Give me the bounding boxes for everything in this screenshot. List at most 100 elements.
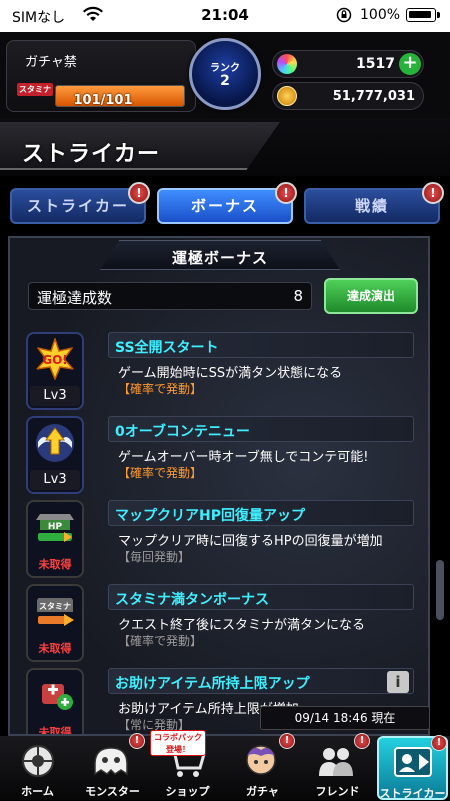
svg-text:HP: HP — [48, 522, 63, 532]
notification-badge: ! — [129, 733, 145, 749]
tab-label: ストライカー — [26, 197, 129, 215]
status-bar: SIMなし 21:04 100% — [0, 0, 450, 32]
rank-orb[interactable]: ランク 2 — [189, 38, 261, 110]
tab-label: 戦績 — [354, 197, 389, 215]
orb-count: 1517 — [356, 56, 395, 72]
luck-label: 運極達成数 — [37, 289, 113, 307]
bonus-description: ゲームオーバー時オーブ無しでコンテ可能! — [118, 450, 369, 465]
notification-badge: ! — [431, 735, 447, 751]
home-icon — [22, 745, 54, 777]
bonus-description: ゲーム開始時にSSが満タン状態になる — [118, 366, 343, 381]
tab-striker[interactable]: ストライカー ! — [10, 182, 150, 224]
bonus-description: クエスト終了後にスタミナが満タンになる — [118, 618, 366, 633]
monster-icon — [94, 747, 128, 776]
tab-label: ボーナス — [190, 197, 259, 215]
nav-label: モンスター — [85, 785, 140, 798]
nav-monster[interactable]: ! モンスター — [75, 733, 150, 800]
bonus-trigger: 【確率で発動】 — [118, 382, 203, 396]
nav-friend[interactable]: ! フレンド — [300, 733, 375, 800]
bonus-trigger: 【確率で発動】 — [118, 634, 203, 648]
tab-bar: ストライカー ! ボーナス ! 戦績 ! — [0, 180, 450, 230]
bonus-level: 未取得 — [38, 726, 72, 736]
bonus-description: マップクリア時に回復するHPの回復量が増加 — [118, 534, 383, 549]
bonus-name-bar: スタミナ満タンボーナス — [108, 584, 414, 610]
bonus-panel[interactable]: 運極ボーナス 運極達成数 8 達成演出 GO! Lv3 SS全開スタート ゲーム… — [8, 236, 430, 736]
bonus-name: スタミナ満タンボーナス — [115, 592, 269, 608]
bonus-item[interactable]: Lv3 0オーブコンテニュー ゲームオーバー時オーブ無しでコンテ可能! 【確率で… — [22, 416, 422, 496]
nav-gacha[interactable]: ! ガチャ — [225, 733, 300, 800]
hp-emblem-icon: HP — [36, 514, 74, 542]
battery-percent: 100% — [360, 7, 401, 23]
friend-icon — [319, 748, 353, 776]
bonus-name-bar: 0オーブコンテニュー — [108, 416, 414, 442]
bonus-trigger: 【毎回発動】 — [118, 550, 191, 564]
collab-pack-tag[interactable]: コラボパック登場！ — [150, 730, 206, 756]
svg-text:スタミナ: スタミナ — [39, 601, 71, 611]
nav-label: ショップ — [165, 785, 210, 798]
winged-arrow-icon: Lv3 — [26, 416, 84, 494]
go-icon: GO! Lv3 — [26, 332, 84, 410]
add-orbs-button[interactable]: + — [399, 53, 421, 75]
notification-badge: ! — [275, 182, 297, 204]
rank-number: 2 — [220, 73, 230, 89]
orientation-lock-icon — [336, 7, 352, 23]
tab-record[interactable]: 戦績 ! — [304, 182, 444, 224]
battery-icon — [406, 8, 440, 22]
nav-home[interactable]: ホーム — [0, 736, 75, 800]
bonus-name: 0オーブコンテニュー — [115, 424, 250, 440]
luck-count: 8 — [293, 287, 303, 305]
svg-text:GO!: GO! — [42, 353, 68, 367]
go-emblem-icon: GO! — [35, 338, 75, 380]
nav-label: ホーム — [21, 785, 54, 798]
luck-count-row: 運極達成数 8 — [28, 282, 312, 310]
tab-bonus[interactable]: ボーナス ! — [157, 182, 297, 224]
bonus-item[interactable]: HP 未取得 マップクリアHP回復量アップ マップクリア時に回復するHPの回復量… — [22, 500, 422, 580]
bonus-name: マップクリアHP回復量アップ — [115, 508, 305, 524]
nav-striker[interactable]: ! ストライカー — [377, 735, 448, 800]
bonus-name-bar: SS全開スタート — [108, 332, 414, 358]
helper-item-emblem-icon — [42, 684, 73, 710]
gold-coin-icon — [277, 86, 297, 106]
stamina-value: 101/101 — [73, 93, 133, 108]
bonus-item[interactable]: GO! Lv3 SS全開スタート ゲーム開始時にSSが満タン状態になる 【確率で… — [22, 332, 422, 412]
nav-label: フレンド — [315, 785, 360, 798]
bonus-name-bar: マップクリアHP回復量アップ — [108, 500, 414, 526]
section-title: 運極ボーナス — [171, 249, 268, 267]
gacha-icon — [246, 745, 276, 775]
achievement-effect-button[interactable]: 達成演出 — [324, 278, 418, 314]
notification-badge: ! — [128, 182, 150, 204]
bonus-trigger: 【確率で発動】 — [118, 466, 203, 480]
winged-arrow-emblem-icon — [36, 424, 74, 462]
gold-count: 51,777,031 — [332, 89, 415, 104]
bonus-level: Lv3 — [30, 386, 80, 406]
stamina-icon: スタミナ 未取得 — [26, 584, 84, 662]
notification-badge: ! — [422, 182, 444, 204]
bonus-item[interactable]: スタミナ 未取得 スタミナ満タンボーナス クエスト終了後にスタミナが満タンになる… — [22, 584, 422, 664]
section-banner: 運極ボーナス — [100, 240, 340, 270]
stamina-emblem-icon: スタミナ — [37, 598, 74, 626]
orb-counter: 1517 + — [272, 50, 424, 78]
player-header: ガチャ禁 スタミナ 101/101 ランク 2 1517 + 51,777,03… — [0, 32, 450, 118]
item-icon: 未取得 — [26, 668, 84, 736]
bottom-navigation: ホーム ! モンスター ショップ ! ガチャ ! フレンド ! ストライカー — [0, 733, 450, 800]
bonus-name: お助けアイテム所持上限アップ — [115, 676, 310, 692]
title-bar: ストライカー — [0, 118, 450, 176]
striker-icon — [394, 747, 432, 777]
title-plate: ストライカー — [0, 122, 280, 170]
gold-counter: 51,777,031 — [272, 82, 424, 110]
orb-icon — [277, 54, 297, 74]
nav-label: ガチャ — [246, 785, 279, 798]
scrollbar[interactable] — [436, 560, 444, 620]
data-timestamp: 09/14 18:46 現在 — [260, 706, 430, 730]
bonus-level: 未取得 — [38, 642, 72, 655]
notification-badge: ! — [279, 733, 295, 749]
hp-icon: HP 未取得 — [26, 500, 84, 578]
bonus-name-bar: お助けアイテム所持上限アップ i — [108, 668, 414, 694]
bonus-level: Lv3 — [30, 470, 80, 490]
bonus-name: SS全開スタート — [115, 340, 219, 356]
gacha-status: ガチャ禁 — [25, 55, 77, 70]
info-button[interactable]: i — [387, 671, 409, 693]
bonus-level: 未取得 — [38, 558, 72, 571]
rank-label: ランク — [210, 63, 240, 74]
page-title: ストライカー — [22, 142, 161, 167]
